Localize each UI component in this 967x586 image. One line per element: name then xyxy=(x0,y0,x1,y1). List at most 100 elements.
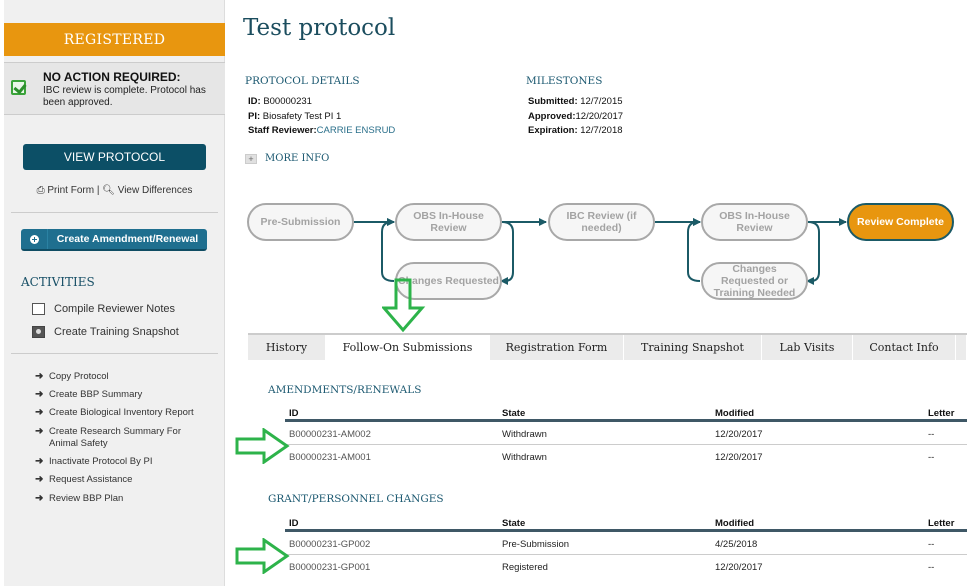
approved-value: 12/20/2017 xyxy=(575,110,624,122)
workflow-step-changes-requested: Changes Requested xyxy=(395,262,502,300)
link-inactivate-protocol[interactable]: ➜ Inactivate Protocol By PI xyxy=(35,456,209,468)
amendments-table: ID State Modified Letter B00000231-AM002… xyxy=(285,404,967,468)
connector xyxy=(381,218,395,282)
arrow-right-icon: ➜ xyxy=(35,389,44,400)
table-row[interactable]: B00000231-GP002 Pre-Submission 4/25/2018… xyxy=(285,532,967,555)
arrow-right-icon: ➜ xyxy=(35,456,44,467)
checkbox-checked-icon xyxy=(11,80,26,95)
row-state: Withdrawn xyxy=(502,452,547,463)
tab-lab-visits[interactable]: Lab Visits xyxy=(762,335,853,360)
table-header: ID State Modified Letter xyxy=(285,404,967,422)
connector xyxy=(687,218,701,282)
tab-history[interactable]: History xyxy=(248,335,326,360)
workflow-step-ibc-review: IBC Review (if needed) xyxy=(548,203,655,241)
connector xyxy=(806,221,820,285)
connector xyxy=(500,221,514,285)
tab-bar: History Follow-On Submissions Registrati… xyxy=(248,333,967,360)
milestones-heading: MILESTONES xyxy=(526,75,603,87)
grant-changes-table: ID State Modified Letter B00000231-GP002… xyxy=(285,514,967,578)
create-amendment-button[interactable]: Create Amendment/Renewal xyxy=(21,229,207,251)
reviewer-link[interactable]: CARRIE ENSRUD xyxy=(317,125,396,136)
link-create-biological-inventory-report[interactable]: ➜ Create Biological Inventory Report xyxy=(35,407,209,419)
col-modified[interactable]: Modified xyxy=(715,518,754,529)
divider xyxy=(11,353,218,354)
form-links: ⎙ Print Form | 🔍︎ View Differences xyxy=(4,185,225,196)
view-differences-link[interactable]: View Differences xyxy=(118,185,193,196)
link-review-bbp-plan[interactable]: ➜ Review BBP Plan xyxy=(35,493,209,505)
print-form-link[interactable]: Print Form xyxy=(47,185,94,196)
link-label: Create BBP Summary xyxy=(49,389,143,400)
notice-body: IBC review is complete. Protocol has bee… xyxy=(43,85,206,108)
col-letter[interactable]: Letter xyxy=(928,518,954,529)
row-letter: -- xyxy=(928,539,935,550)
row-modified: 12/20/2017 xyxy=(715,429,763,440)
sidebar: REGISTERED NO ACTION REQUIRED: IBC revie… xyxy=(4,0,225,586)
activity-compile-reviewer-notes[interactable]: Compile Reviewer Notes xyxy=(32,303,175,315)
notice-title: NO ACTION REQUIRED: xyxy=(43,70,181,84)
link-label: Create Biological Inventory Report xyxy=(49,407,194,418)
link-label: Request Assistance xyxy=(49,474,133,485)
camera-icon xyxy=(32,326,45,338)
arrow-right-icon: ➜ xyxy=(35,426,44,437)
link-label: Review BBP Plan xyxy=(49,493,124,504)
col-state[interactable]: State xyxy=(502,518,525,529)
col-id[interactable]: ID xyxy=(289,408,299,419)
submitted-value: 12/7/2015 xyxy=(580,96,623,107)
table-row[interactable]: B00000231-AM001 Withdrawn 12/20/2017 -- xyxy=(285,445,967,468)
link-create-research-summary[interactable]: ➜ Create Research Summary For Animal Saf… xyxy=(35,426,209,450)
link-request-assistance[interactable]: ➜ Request Assistance xyxy=(35,474,209,486)
workflow-step-obs-review: OBS In-House Review xyxy=(395,203,502,241)
workflow-step-pre-submission: Pre-Submission xyxy=(247,203,354,241)
row-modified: 12/20/2017 xyxy=(715,452,763,463)
tab-registration-form[interactable]: Registration Form xyxy=(490,335,624,360)
tab-follow-on-submissions[interactable]: Follow-On Submissions xyxy=(326,335,490,360)
expiration-label: Expiration: xyxy=(528,125,578,136)
row-modified: 4/25/2018 xyxy=(715,539,758,550)
row-id-link[interactable]: B00000231-AM002 xyxy=(289,429,371,440)
pi-label: PI: xyxy=(248,110,261,122)
more-info-toggle[interactable]: + MORE INFO xyxy=(245,153,329,164)
col-modified[interactable]: Modified xyxy=(715,408,754,419)
expiration-value: 12/7/2018 xyxy=(580,125,623,136)
annotation-arrow-right-icon xyxy=(235,538,290,574)
plus-icon: + xyxy=(245,153,257,164)
col-letter[interactable]: Letter xyxy=(928,408,954,419)
amendments-heading: AMENDMENTS/RENEWALS xyxy=(268,384,422,396)
link-copy-protocol[interactable]: ➜ Copy Protocol xyxy=(35,371,209,383)
status-banner: REGISTERED xyxy=(4,23,225,56)
activity-label: Create Training Snapshot xyxy=(54,326,179,338)
col-id[interactable]: ID xyxy=(289,518,299,529)
tab-training-snapshot[interactable]: Training Snapshot xyxy=(624,335,762,360)
milestones: Submitted: 12/7/2015 Approved:12/20/2017… xyxy=(528,95,623,139)
row-id-link[interactable]: B00000231-GP001 xyxy=(289,562,370,573)
col-state[interactable]: State xyxy=(502,408,525,419)
link-label: Inactivate Protocol By PI xyxy=(49,456,153,467)
view-protocol-button[interactable]: VIEW PROTOCOL xyxy=(23,144,206,170)
page-title: Test protocol xyxy=(243,15,396,41)
pi-value: Biosafety Test PI 1 xyxy=(262,110,342,122)
arrow-right-icon: ➜ xyxy=(35,371,44,382)
tab-overflow[interactable] xyxy=(956,335,967,360)
magnifier-icon: 🔍︎ xyxy=(102,185,115,196)
submitted-label: Submitted: xyxy=(528,96,578,107)
activities-heading: ACTIVITIES xyxy=(21,275,95,289)
reviewer-label: Staff Reviewer: xyxy=(248,125,317,136)
grant-changes-heading: GRANT/PERSONNEL CHANGES xyxy=(268,493,444,505)
row-id-link[interactable]: B00000231-AM001 xyxy=(289,452,371,463)
plus-circle-icon xyxy=(21,229,48,249)
link-create-bbp-summary[interactable]: ➜ Create BBP Summary xyxy=(35,389,209,401)
row-modified: 12/20/2017 xyxy=(715,562,763,573)
activity-create-training-snapshot[interactable]: Create Training Snapshot xyxy=(32,326,179,338)
row-state: Registered xyxy=(502,562,548,573)
row-letter: -- xyxy=(928,562,935,573)
row-letter: -- xyxy=(928,452,935,463)
tab-contact-info[interactable]: Contact Info xyxy=(853,335,956,360)
row-id-link[interactable]: B00000231-GP002 xyxy=(289,539,370,550)
separator: | xyxy=(96,185,100,196)
row-state: Withdrawn xyxy=(502,429,547,440)
activity-label: Compile Reviewer Notes xyxy=(54,303,176,315)
table-row[interactable]: B00000231-AM002 Withdrawn 12/20/2017 -- xyxy=(285,422,967,445)
table-row[interactable]: B00000231-GP001 Registered 12/20/2017 -- xyxy=(285,555,967,578)
arrow-right-icon: ➜ xyxy=(35,474,44,485)
notice-box: NO ACTION REQUIRED: IBC review is comple… xyxy=(4,62,225,115)
